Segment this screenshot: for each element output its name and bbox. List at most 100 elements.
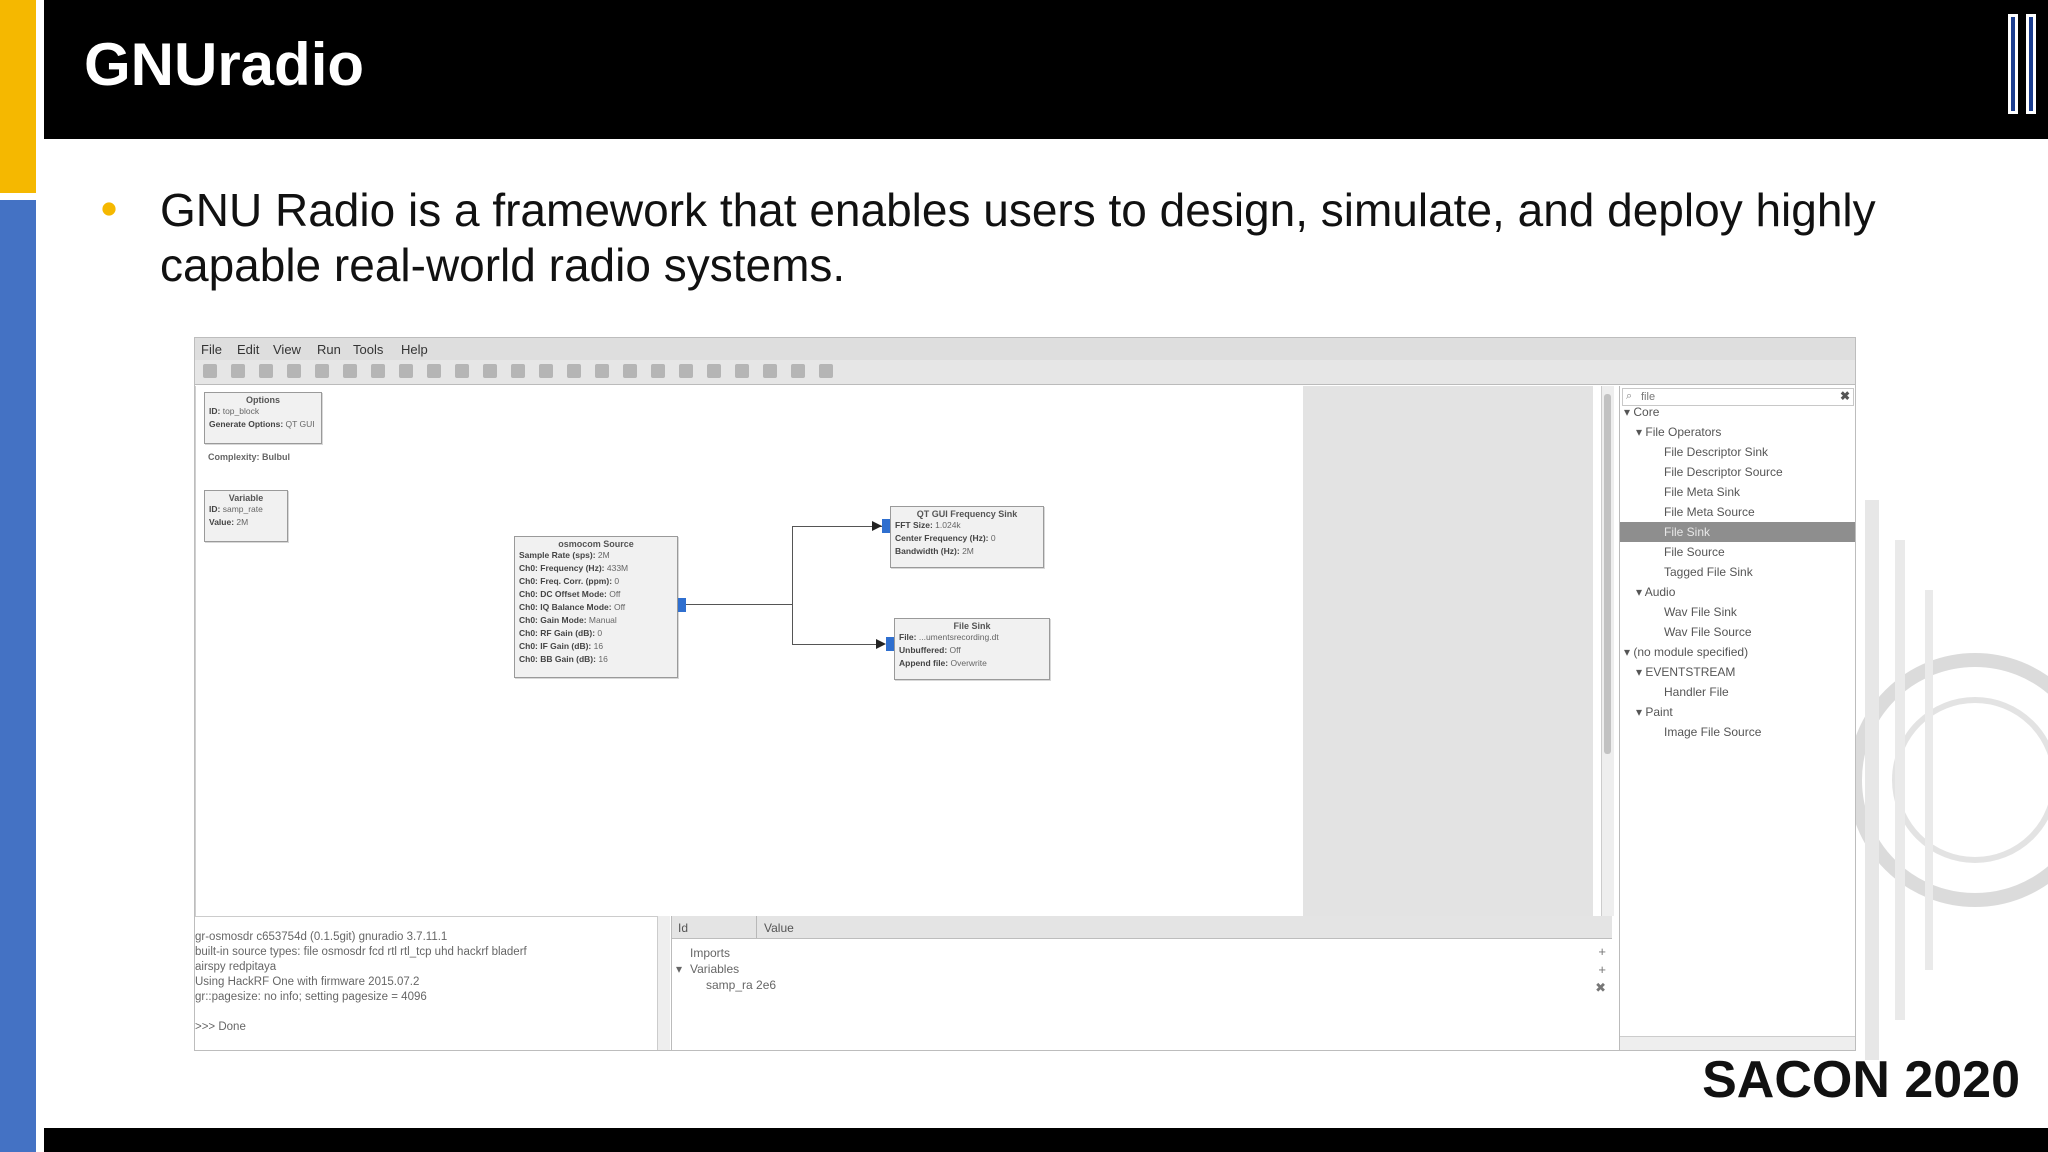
- bypass-icon[interactable]: [735, 364, 749, 378]
- undo-icon[interactable]: [455, 364, 469, 378]
- tree-item-image-file-source[interactable]: Image File Source: [1620, 722, 1855, 742]
- block-param: File: ...umentsrecording.dt: [899, 632, 999, 642]
- menu-tools[interactable]: Tools: [353, 342, 383, 357]
- block-param: Unbuffered: Off: [899, 645, 961, 655]
- clear-search-button[interactable]: ✖: [1840, 389, 1850, 403]
- copy-icon[interactable]: [371, 364, 385, 378]
- tree-item-file-operators[interactable]: ▾ File Operators: [1620, 422, 1855, 442]
- block-param: Ch0: DC Offset Mode: Off: [519, 589, 621, 599]
- redo-icon[interactable]: [483, 364, 497, 378]
- bullet-icon: [102, 202, 116, 216]
- tree-item-samp-rate[interactable]: samp_ra 2e6: [706, 978, 776, 992]
- tree-item-file-meta-sink[interactable]: File Meta Sink: [1620, 482, 1855, 502]
- rotate-right-icon[interactable]: [651, 364, 665, 378]
- tree-item-variables[interactable]: Variables: [690, 962, 739, 976]
- block-title: QT GUI Frequency Sink: [916, 509, 1018, 519]
- kill-icon[interactable]: [595, 364, 609, 378]
- output-port[interactable]: [678, 598, 686, 612]
- tree-item-audio[interactable]: ▾ Audio: [1620, 582, 1855, 602]
- qt-frequency-sink-block[interactable]: QT GUI Frequency Sink FFT Size: 1.024k C…: [890, 506, 1044, 568]
- run-icon[interactable]: [567, 364, 581, 378]
- block-param: Ch0: RF Gain (dB): 0: [519, 628, 603, 638]
- block-library-panel: ⌕ file ✖ ▾ Core ▾ File Operators File De…: [1619, 386, 1855, 1050]
- file-sink-block[interactable]: File Sink File: ...umentsrecording.dt Un…: [894, 618, 1050, 680]
- block-param: Ch0: IQ Balance Mode: Off: [519, 602, 626, 612]
- save-icon[interactable]: [259, 364, 273, 378]
- block-param: Ch0: BB Gain (dB): 16: [519, 654, 608, 664]
- delete-icon[interactable]: [427, 364, 441, 378]
- arrowhead-icon: [876, 639, 886, 649]
- add-variable-button[interactable]: +: [1598, 962, 1606, 977]
- connection-wire: [792, 526, 882, 527]
- block-param: Bandwidth (Hz): 2M: [895, 546, 974, 556]
- open-icon[interactable]: [231, 364, 245, 378]
- accent-stripe-gap: [0, 193, 36, 200]
- scrollbar-thumb[interactable]: [1604, 394, 1611, 754]
- tree-item-file-meta-source[interactable]: File Meta Source: [1620, 502, 1855, 522]
- tree-item-file-descriptor-source[interactable]: File Descriptor Source: [1620, 462, 1855, 482]
- menu-view[interactable]: View: [273, 342, 301, 357]
- block-param: ID: samp_rate: [209, 504, 263, 514]
- console-scrollbar[interactable]: [657, 916, 670, 1050]
- block-param: Sample Rate (sps): 2M: [519, 550, 610, 560]
- menu-run[interactable]: Run: [317, 342, 341, 357]
- close-icon[interactable]: [287, 364, 301, 378]
- gnuradio-companion-window: File Edit View Run Tools Help Options ID…: [194, 337, 1856, 1051]
- rotate-left-icon[interactable]: [623, 364, 637, 378]
- flowgraph-canvas[interactable]: Options ID: top_block Generate Options: …: [195, 386, 1304, 916]
- find-icon[interactable]: [763, 364, 777, 378]
- arrowhead-icon: [872, 521, 882, 531]
- variable-block[interactable]: Variable ID: samp_rate Value: 2M: [204, 490, 288, 542]
- accent-stripe-yellow: [0, 0, 36, 195]
- tree-item-file-source[interactable]: File Source: [1620, 542, 1855, 562]
- menu-help[interactable]: Help: [401, 342, 428, 357]
- tree-item-file-descriptor-sink[interactable]: File Descriptor Sink: [1620, 442, 1855, 462]
- tree-item-handler-file[interactable]: Handler File: [1620, 682, 1855, 702]
- expand-icon[interactable]: ▾: [676, 962, 682, 976]
- stop-icon[interactable]: [511, 364, 525, 378]
- help-icon[interactable]: [819, 364, 833, 378]
- paste-icon[interactable]: [399, 364, 413, 378]
- reload-icon[interactable]: [791, 364, 805, 378]
- block-title: File Sink: [953, 621, 991, 631]
- add-import-button[interactable]: +: [1598, 944, 1606, 959]
- remove-button[interactable]: ✖: [1595, 980, 1606, 996]
- options-block[interactable]: Options ID: top_block Generate Options: …: [204, 392, 322, 444]
- connection-wire: [792, 604, 793, 644]
- tree-item-eventstream[interactable]: ▾ EVENTSTREAM: [1620, 662, 1855, 682]
- toolbar: [195, 360, 1855, 385]
- tree-item-imports[interactable]: Imports: [690, 946, 730, 960]
- accent-stripe-edge: [36, 0, 44, 1152]
- slide-title: GNUradio: [84, 31, 365, 98]
- block-param: ID: top_block: [209, 406, 260, 416]
- osmocom-source-block[interactable]: osmocom Source Sample Rate (sps): 2M Ch0…: [514, 536, 678, 678]
- menu-file[interactable]: File: [201, 342, 222, 357]
- library-scrollbar[interactable]: [1620, 1036, 1855, 1050]
- variables-panel: Id Value Imports ▾ Variables samp_ra 2e6…: [671, 916, 1612, 1050]
- new-icon[interactable]: [203, 364, 217, 378]
- column-header-value[interactable]: Value: [764, 921, 794, 935]
- generate-icon[interactable]: [539, 364, 553, 378]
- block-param: Ch0: IF Gain (dB): 16: [519, 641, 604, 651]
- block-title: osmocom Source: [558, 539, 634, 549]
- enable-icon[interactable]: [679, 364, 693, 378]
- tree-item-file-sink[interactable]: File Sink: [1620, 522, 1855, 542]
- tree-item-tagged-file-sink[interactable]: Tagged File Sink: [1620, 562, 1855, 582]
- block-param: Ch0: Frequency (Hz): 433M: [519, 563, 629, 573]
- tree-item-core[interactable]: ▾ Core: [1620, 402, 1855, 422]
- cut-icon[interactable]: [343, 364, 357, 378]
- tree-item-wav-file-source[interactable]: Wav File Source: [1620, 622, 1855, 642]
- disable-icon[interactable]: [707, 364, 721, 378]
- block-param: Generate Options: QT GUI: [209, 419, 315, 429]
- menu-edit[interactable]: Edit: [237, 342, 259, 357]
- input-port[interactable]: [886, 637, 894, 651]
- canvas-scrollbar[interactable]: [1601, 386, 1614, 916]
- block-param: Value: 2M: [209, 517, 249, 527]
- tree-item-no-module[interactable]: ▾ (no module specified): [1620, 642, 1855, 662]
- tree-item-wav-file-sink[interactable]: Wav File Sink: [1620, 602, 1855, 622]
- connection-wire: [792, 526, 793, 604]
- screenshot-icon[interactable]: [315, 364, 329, 378]
- column-header-id[interactable]: Id: [678, 921, 688, 935]
- tree-item-paint[interactable]: ▾ Paint: [1620, 702, 1855, 722]
- input-port[interactable]: [882, 519, 890, 533]
